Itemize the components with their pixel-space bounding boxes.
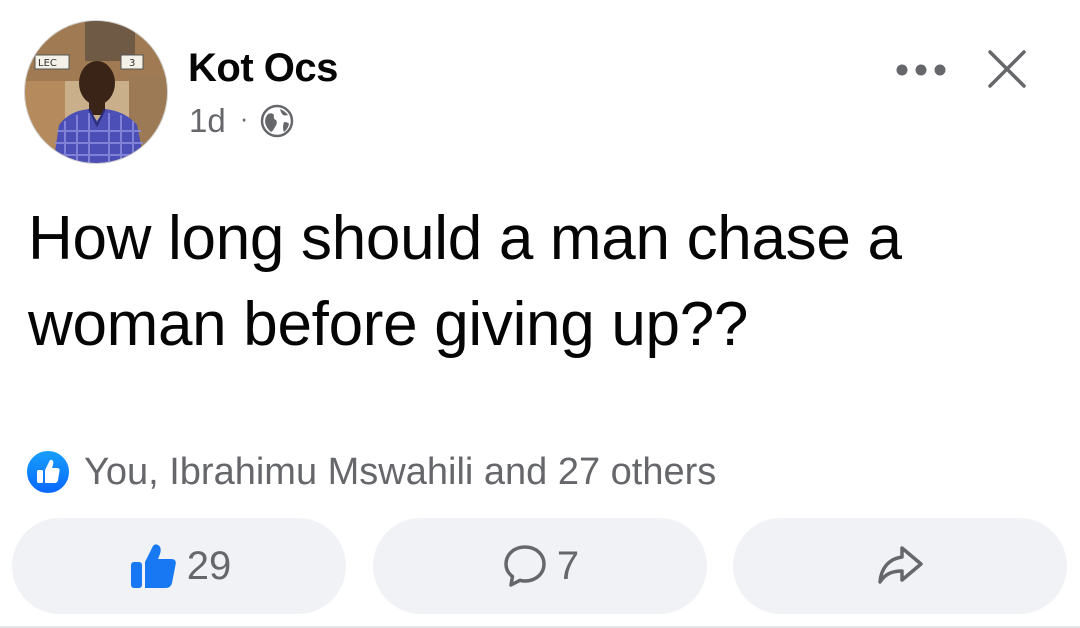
thumbs-up-icon bbox=[130, 544, 176, 588]
comment-button[interactable]: 7 bbox=[373, 518, 707, 614]
close-button[interactable] bbox=[982, 44, 1032, 94]
like-reaction-icon bbox=[24, 448, 72, 496]
post-meta: 1d · bbox=[189, 102, 294, 140]
avatar-image: LEC 3 bbox=[25, 21, 167, 163]
avatar-sign-text: LEC bbox=[38, 58, 57, 69]
comment-count: 7 bbox=[556, 543, 580, 588]
share-arrow-icon bbox=[878, 546, 923, 584]
more-options-button[interactable] bbox=[890, 50, 954, 90]
post-text: How long should a man chase a woman befo… bbox=[28, 204, 902, 359]
ellipsis-icon bbox=[896, 64, 946, 76]
like-count: 29 bbox=[186, 543, 232, 588]
reactions-summary-text: You, Ibrahimu Mswahili and 27 others bbox=[84, 450, 717, 493]
comment-icon bbox=[504, 545, 546, 587]
post-time[interactable]: 1d bbox=[189, 102, 226, 140]
close-icon bbox=[988, 50, 1026, 88]
reactions-summary[interactable]: You, Ibrahimu Mswahili and 27 others bbox=[24, 448, 716, 496]
author-avatar[interactable]: LEC 3 bbox=[24, 20, 168, 164]
share-button[interactable] bbox=[733, 518, 1067, 614]
meta-separator: · bbox=[239, 102, 249, 133]
globe-icon[interactable] bbox=[260, 104, 294, 138]
author-name[interactable]: Kot Ocs bbox=[188, 46, 338, 91]
avatar-sign-text: 3 bbox=[129, 58, 135, 69]
like-button[interactable]: 29 bbox=[12, 518, 346, 614]
post-card: LEC 3 Kot Ocs 1d · How long should a man… bbox=[0, 0, 1080, 628]
